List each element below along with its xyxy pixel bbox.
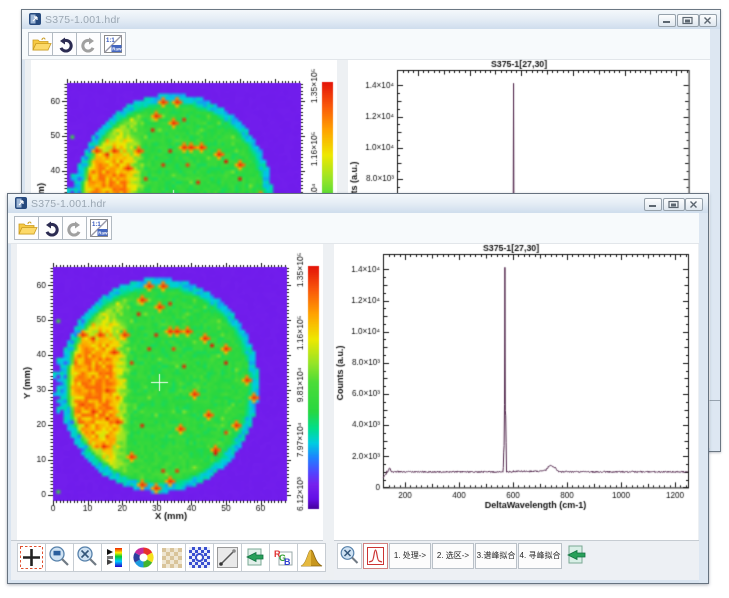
svg-text:1:1: 1:1 xyxy=(106,38,115,44)
svg-text:B: B xyxy=(284,557,291,567)
svg-text:1:1: 1:1 xyxy=(92,222,101,228)
svg-text:Raw: Raw xyxy=(98,231,108,236)
svg-text:Raw: Raw xyxy=(112,47,122,52)
